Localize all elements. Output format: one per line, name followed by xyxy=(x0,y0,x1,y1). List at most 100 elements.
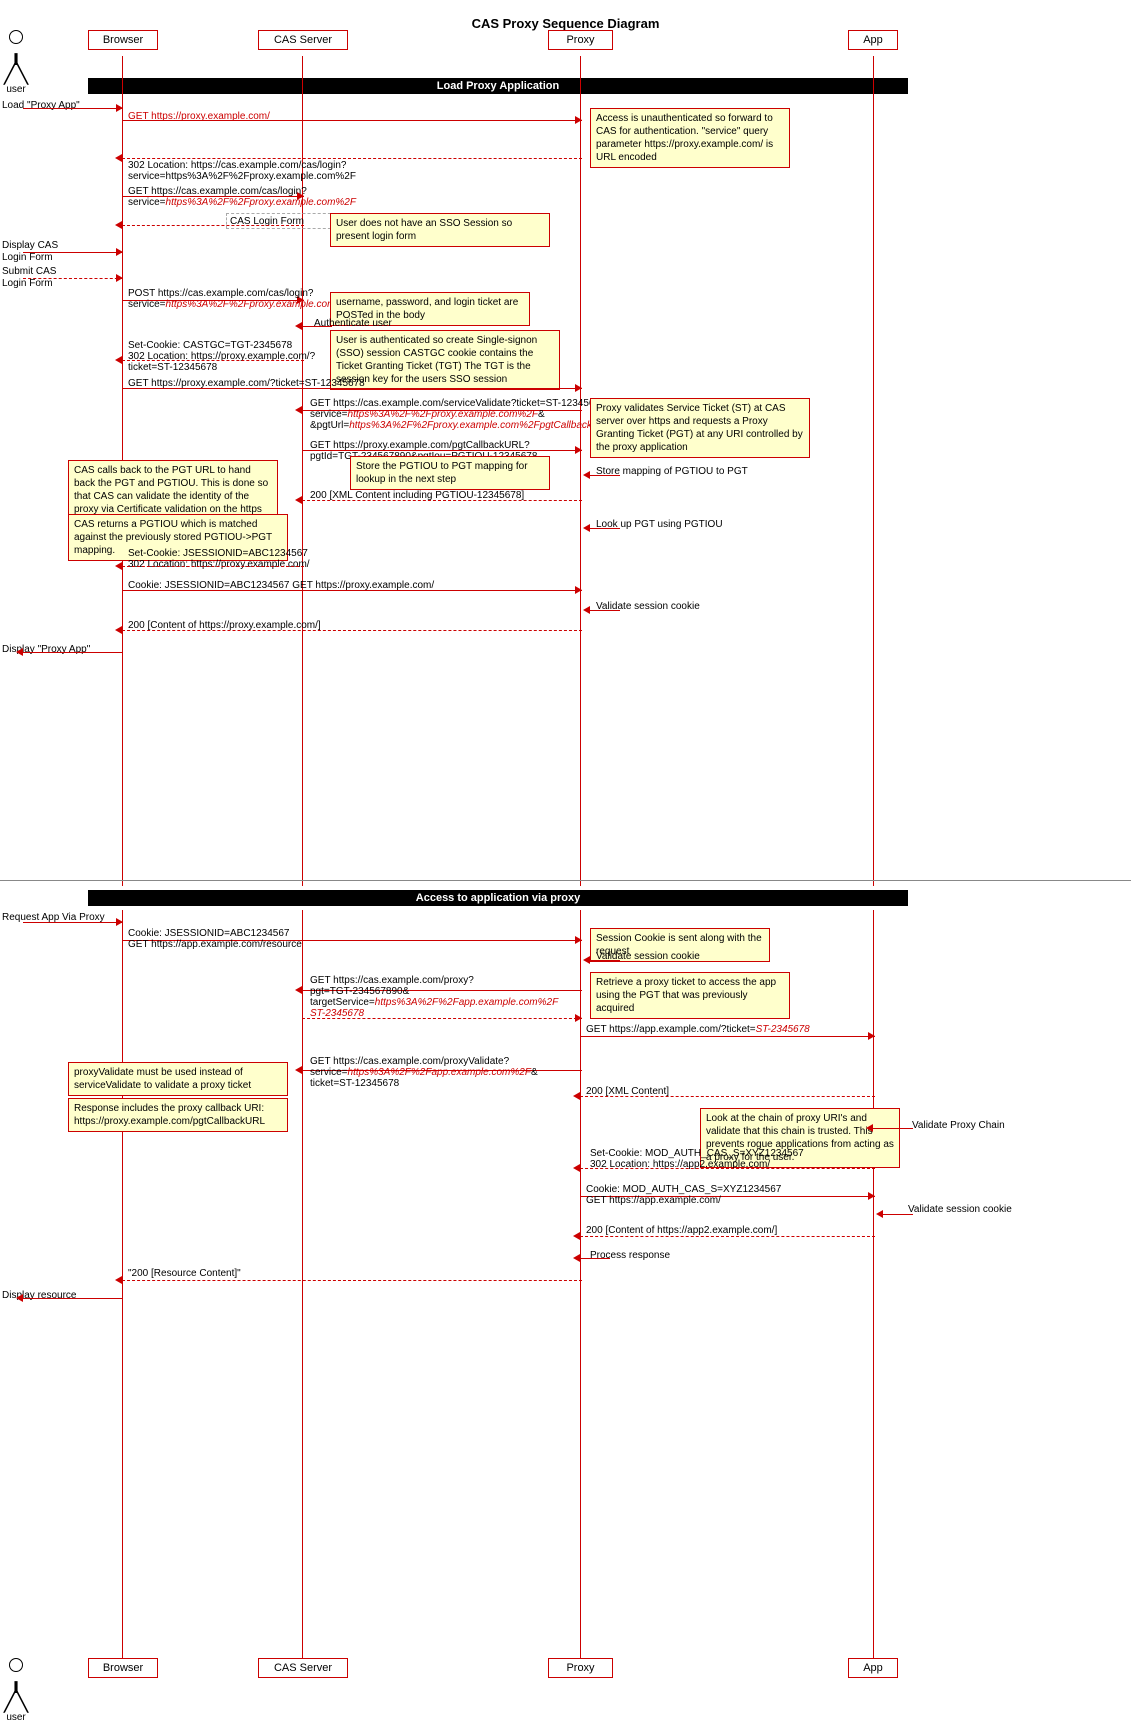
label-post: POST https://cas.example.com/cas/login?s… xyxy=(128,288,356,310)
label-200-xml: 200 [XML Content including PGTIOU-123456… xyxy=(310,490,524,501)
app-lifeline xyxy=(873,56,874,886)
cas-header: CAS Server xyxy=(258,30,348,50)
browser-header: Browser xyxy=(88,30,158,50)
arrowhead-display-cas xyxy=(116,248,123,256)
arrowhead-display-proxy xyxy=(16,648,23,656)
arrowhead-auth xyxy=(295,322,302,330)
arrowhead-get-proxy-ticket xyxy=(295,986,302,994)
label-store-mapping: Store mapping of PGTIOU to PGT xyxy=(596,466,748,477)
note-no-sso: User does not have an SSO Session so pre… xyxy=(330,213,550,247)
arrowhead-store-mapping xyxy=(583,471,590,479)
arrowhead-pgt-callback xyxy=(575,446,582,454)
label-302: 302 Location: https://cas.example.com/ca… xyxy=(128,160,356,182)
cas-login-form-border xyxy=(226,213,336,229)
arrowhead-validate-session xyxy=(583,606,590,614)
arrow-cas-login-return xyxy=(122,225,304,226)
arrow-302 xyxy=(122,158,582,159)
arrowhead-cookie-app xyxy=(575,936,582,944)
arrowhead-service-validate xyxy=(295,406,302,414)
arrowhead-submit-cas xyxy=(116,274,123,282)
arrowhead-302 xyxy=(115,154,122,162)
arrowhead-200-xml-app xyxy=(573,1092,580,1100)
label-proxy-validate: GET https://cas.example.com/proxyValidat… xyxy=(310,1056,538,1089)
section1-banner: Load Proxy Application xyxy=(88,78,908,94)
proxy-footer: Proxy xyxy=(548,1658,613,1678)
label-app-ticket: GET https://app.example.com/?ticket=ST-2… xyxy=(586,1024,810,1035)
arrowhead-request-app xyxy=(116,918,123,926)
arrowhead-cookie-get xyxy=(575,586,582,594)
arrowhead-display-resource xyxy=(16,1294,23,1302)
note-proxy-validates: Proxy validates Service Ticket (ST) at C… xyxy=(590,398,810,458)
arrow-display-proxy xyxy=(23,652,123,653)
label-set-cookie-tgt: Set-Cookie: CASTGC=TGT-2345678302 Locati… xyxy=(128,340,315,373)
arrowhead-mod-auth-302 xyxy=(573,1164,580,1172)
note-store-pgt: Store the PGTIOU to PGT mapping for look… xyxy=(350,456,550,490)
app-header: App xyxy=(848,30,898,50)
diagram-container: CAS Proxy Sequence Diagram Browser CAS S… xyxy=(0,0,1131,1700)
label-200-xml-app: 200 [XML Content] xyxy=(586,1086,669,1097)
arrow-mod-auth-302 xyxy=(580,1168,875,1169)
arrowhead-200-xml xyxy=(295,496,302,504)
label-cookie-get: Cookie: JSESSIONID=ABC1234567 GET https:… xyxy=(128,580,434,591)
arrowhead-proxy-validate xyxy=(295,1066,302,1074)
arrow-submit-cas xyxy=(23,278,123,279)
arrowhead-200-content xyxy=(115,626,122,634)
arrowhead-get-ticket xyxy=(575,384,582,392)
label-cookie-mod-auth: Cookie: MOD_AUTH_CAS_S=XYZ1234567GET htt… xyxy=(586,1184,781,1206)
label-lookup-pgt: Look up PGT using PGTIOU xyxy=(596,519,723,530)
arrowhead-cas-login-return xyxy=(115,221,122,229)
browser-footer: Browser xyxy=(88,1658,158,1678)
label-200-content: 200 [Content of https://proxy.example.co… xyxy=(128,620,321,631)
arrow-request-app xyxy=(23,922,123,923)
label-mod-auth-set: Set-Cookie: MOD_AUTH_CAS_S=XYZ1234567302… xyxy=(590,1148,804,1170)
user-figure-bottom: ╻╱╲ user xyxy=(4,1658,28,1723)
arrowhead-set-jsessionid xyxy=(115,562,122,570)
label-cookie-app: Cookie: JSESSIONID=ABC1234567GET https:/… xyxy=(128,928,302,950)
cas-lifeline2 xyxy=(302,910,303,1660)
app-footer: App xyxy=(848,1658,898,1678)
label-st-return: ST-2345678 xyxy=(310,1008,364,1019)
label-validate-session2: Validate session cookie xyxy=(596,951,700,962)
browser-lifeline2 xyxy=(122,910,123,1660)
arrowhead-validate-chain xyxy=(866,1124,873,1132)
note-proxy-validate: proxyValidate must be used instead of se… xyxy=(68,1062,288,1096)
arrowhead-200-app2 xyxy=(573,1232,580,1240)
msg-load-proxy-app: Load "Proxy App" xyxy=(2,100,80,111)
proxy-lifeline xyxy=(580,56,581,886)
arrow-process-response xyxy=(580,1258,610,1259)
arrow-app-ticket xyxy=(580,1036,875,1037)
separator-line xyxy=(0,880,1131,881)
arrowhead-resource-content xyxy=(115,1276,122,1284)
label-authenticate: Authenticate user xyxy=(314,318,392,329)
arrowhead-lookup-pgt xyxy=(583,524,590,532)
note-retrieve-proxy: Retrieve a proxy ticket to access the ap… xyxy=(590,972,790,1019)
note-unauthenticated: Access is unauthenticated so forward to … xyxy=(590,108,790,168)
label-get-ticket: GET https://proxy.example.com/?ticket=ST… xyxy=(128,378,365,389)
cas-footer: CAS Server xyxy=(258,1658,348,1678)
label-validate-chain: Validate Proxy Chain xyxy=(912,1120,1005,1131)
arrowhead-validate-session2 xyxy=(583,956,590,964)
label-display-resource: Display resource xyxy=(2,1290,76,1301)
arrow-200-app2 xyxy=(580,1236,875,1237)
arrow-cas-302 xyxy=(122,360,304,361)
label-process-response: Process response xyxy=(590,1250,670,1261)
arrowhead-cas-302 xyxy=(115,356,122,364)
label-validate-session: Validate session cookie xyxy=(596,601,700,612)
arrow-load-proxy xyxy=(23,108,123,109)
user-figure-top: ╻╱╲ user xyxy=(4,30,28,95)
label-validate-app-session: Validate session cookie xyxy=(908,1204,1012,1215)
proxy-header: Proxy xyxy=(548,30,613,50)
arrow-auth xyxy=(302,326,332,327)
arrowhead-load-proxy xyxy=(116,104,123,112)
note-proxy-callback-uri: Response includes the proxy callback URI… xyxy=(68,1098,288,1132)
arrow-resource-content xyxy=(122,1280,582,1281)
arrowhead-st-return xyxy=(575,1014,582,1022)
arrow-validate-chain xyxy=(873,1128,913,1129)
arrowhead-get-proxy xyxy=(575,116,582,124)
arrow-display-cas xyxy=(23,252,123,253)
arrow-display-resource xyxy=(23,1298,123,1299)
proxy-lifeline2 xyxy=(580,910,581,1660)
arrowhead-cookie-mod-auth xyxy=(868,1192,875,1200)
arrowhead-process-response xyxy=(573,1254,580,1262)
label-get-proxy: GET https://proxy.example.com/ xyxy=(128,111,270,122)
